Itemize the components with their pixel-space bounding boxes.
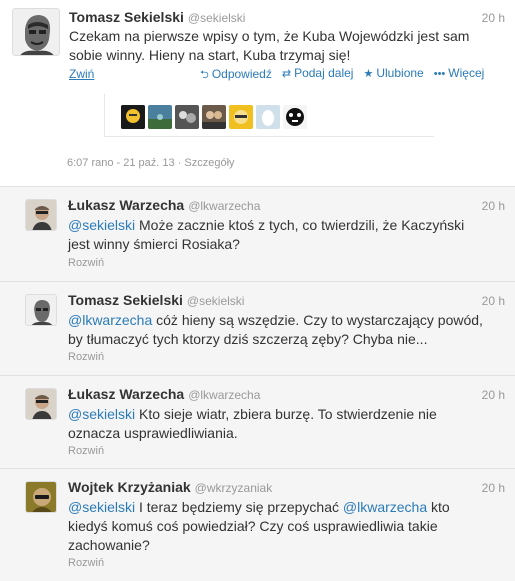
reply-button[interactable]: ⮌ Odpowiedź xyxy=(200,66,272,85)
more-label: Więcej xyxy=(448,66,485,80)
reply-tweet: Łukasz Warzecha @lkwarzecha 20 h @sekiels… xyxy=(0,186,515,281)
author-handle[interactable]: @lkwarzecha xyxy=(188,199,260,213)
avatar[interactable] xyxy=(12,8,60,56)
avatar[interactable] xyxy=(25,388,57,420)
expand-link[interactable]: Rozwiń xyxy=(68,257,104,269)
avatar[interactable] xyxy=(25,294,57,326)
favorite-label: Ulubione xyxy=(376,66,424,80)
reply-time[interactable]: 20 h xyxy=(482,199,505,213)
author-name[interactable]: Łukasz Warzecha xyxy=(68,386,184,402)
mention-link[interactable]: @sekielski xyxy=(68,406,135,422)
avatar[interactable] xyxy=(283,105,307,129)
avatar[interactable] xyxy=(25,481,57,513)
reply-tweet: Wojtek Krzyżaniak @wkrzyzaniak 20 h @seki… xyxy=(0,468,515,581)
mention-link[interactable]: @lkwarzecha xyxy=(343,499,427,515)
expand-link[interactable]: Rozwiń xyxy=(68,445,104,457)
avatar[interactable] xyxy=(148,105,172,129)
tweet-time[interactable]: 20 h xyxy=(482,11,505,25)
tweet-author[interactable]: Tomasz Sekielski @sekielski xyxy=(69,9,245,25)
author-name[interactable]: Łukasz Warzecha xyxy=(68,197,184,213)
avatar[interactable] xyxy=(202,105,226,129)
favorited-by-avatars xyxy=(104,94,434,137)
reply-label: Odpowiedź xyxy=(211,67,272,81)
reply-tweet: Łukasz Warzecha @lkwarzecha 20 h @sekiels… xyxy=(0,375,515,468)
mention-link[interactable]: @sekielski xyxy=(68,499,135,515)
reply-author[interactable]: Łukasz Warzecha @lkwarzecha xyxy=(68,197,260,213)
reply-text-line: zachowanie? xyxy=(68,537,150,553)
expand-link[interactable]: Rozwiń xyxy=(68,557,104,569)
author-handle[interactable]: @lkwarzecha xyxy=(188,388,260,402)
tweet-text: Czekam na pierwsze wpisy o tym, że Kuba … xyxy=(69,27,489,65)
reply-text-line: kiedyś komuś coś powiedział? Czy coś usp… xyxy=(68,518,438,534)
reply-text: @sekielski Może zacznie ktoś z tych, co … xyxy=(68,216,493,254)
retweet-button[interactable]: ⇄ Podaj dalej xyxy=(282,66,354,85)
tweet-meta[interactable]: 6:07 rano - 21 paź. 13 · Szczegóły xyxy=(67,157,235,169)
reply-author[interactable]: Wojtek Krzyżaniak @wkrzyzaniak xyxy=(68,479,272,495)
reply-text: @lkwarzecha cóż hieny są wszędzie. Czy t… xyxy=(68,311,493,349)
retweet-label: Podaj dalej xyxy=(294,66,354,80)
expand-link[interactable]: Rozwiń xyxy=(68,351,104,363)
avatar[interactable] xyxy=(121,105,145,129)
author-name[interactable]: Tomasz Sekielski xyxy=(69,9,184,25)
author-handle[interactable]: @sekielski xyxy=(188,11,246,25)
text-fragment: Kto sieje wiatr, zbiera burzę. To stwier… xyxy=(135,406,437,422)
author-name[interactable]: Wojtek Krzyżaniak xyxy=(68,479,191,495)
reply-text-line: @sekielski Może zacznie ktoś z tych, co … xyxy=(68,216,493,235)
main-tweet: Tomasz Sekielski @sekielski 20 h Czekam n… xyxy=(0,0,515,186)
author-handle[interactable]: @wkrzyzaniak xyxy=(195,481,273,495)
favorite-button[interactable]: ★ Ulubione xyxy=(363,66,423,85)
reply-text: @sekielski I teraz będziemy się przepych… xyxy=(68,498,493,555)
tweet-actions: ⮌ Odpowiedź ⇄ Podaj dalej ★ Ulubione ••• Wię… xyxy=(200,66,484,85)
text-fragment: Może zacznie ktoś z tych, co twierdzili,… xyxy=(135,217,465,233)
avatar[interactable] xyxy=(229,105,253,129)
reply-text: @sekielski Kto sieje wiatr, zbiera burzę… xyxy=(68,405,493,443)
reply-time[interactable]: 20 h xyxy=(482,388,505,402)
reply-text-line: @lkwarzecha cóż hieny są wszędzie. Czy t… xyxy=(68,311,493,330)
avatar[interactable] xyxy=(175,105,199,129)
reply-time[interactable]: 20 h xyxy=(482,294,505,308)
reply-text-line: @sekielski I teraz będziemy się przepych… xyxy=(68,498,493,517)
retweet-icon: ⇄ xyxy=(281,68,292,80)
author-name[interactable]: Tomasz Sekielski xyxy=(68,292,183,308)
reply-text-line: by tłumaczyć tych ktorzy dziś szczerzą z… xyxy=(68,331,428,347)
reply-text-line: jest winny śmierci Rosiaka? xyxy=(68,236,240,252)
star-icon: ★ xyxy=(363,68,374,80)
text-fragment: cóż hieny są wszędzie. Czy to wystarczaj… xyxy=(152,312,483,328)
reply-author[interactable]: Tomasz Sekielski @sekielski xyxy=(68,292,244,308)
reply-icon: ⮌ xyxy=(200,69,209,81)
more-button[interactable]: ••• Więcej xyxy=(434,66,485,85)
reply-text-line: @sekielski Kto sieje wiatr, zbiera burzę… xyxy=(68,405,493,424)
collapse-link[interactable]: Zwiń xyxy=(69,67,94,81)
tweet-text-line: sobie winny. Hieny na start, Kuba trzyma… xyxy=(69,47,351,63)
mention-link[interactable]: @sekielski xyxy=(68,217,135,233)
more-icon: ••• xyxy=(433,68,446,80)
reply-text-line: oznacza usprawiedliwiania. xyxy=(68,425,238,441)
text-fragment: I teraz będziemy się przepychać xyxy=(135,499,343,515)
author-handle[interactable]: @sekielski xyxy=(187,294,245,308)
mention-link[interactable]: @lkwarzecha xyxy=(68,312,152,328)
text-fragment: kto xyxy=(427,499,450,515)
reply-tweet: Tomasz Sekielski @sekielski 20 h @lkwarze… xyxy=(0,281,515,375)
reply-time[interactable]: 20 h xyxy=(482,481,505,495)
avatar[interactable] xyxy=(25,199,57,231)
avatar[interactable] xyxy=(256,105,280,129)
tweet-text-line: Czekam na pierwsze wpisy o tym, że Kuba … xyxy=(69,28,470,44)
reply-author[interactable]: Łukasz Warzecha @lkwarzecha xyxy=(68,386,260,402)
